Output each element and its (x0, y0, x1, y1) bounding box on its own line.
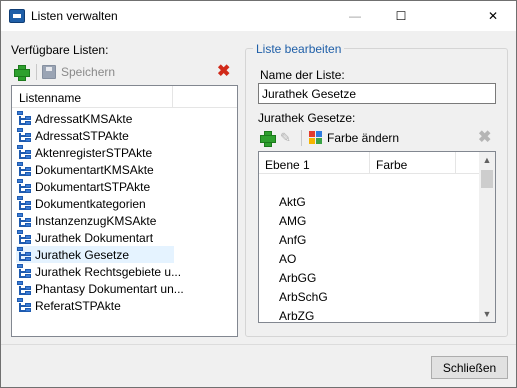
close-window-button[interactable]: ✕ (470, 1, 516, 31)
laws-toolbar: ✎ Farbe ändern ✖ (258, 127, 496, 149)
grid-row[interactable]: AMG (279, 214, 306, 231)
header-separator (369, 152, 370, 174)
scroll-down-icon[interactable]: ▼ (479, 306, 495, 322)
edit-list-group-title: Liste bearbeiten (253, 42, 345, 56)
list-item-label: Jurathek Rechtsgebiete u... (35, 265, 182, 279)
listname-header: Listenname (19, 91, 82, 105)
tree-list-icon (17, 111, 33, 126)
tree-list-icon (17, 162, 33, 177)
list-item-label: DokumentartSTPAkte (35, 180, 151, 194)
list-item-label: ReferatSTPAkte (35, 299, 121, 313)
color-header[interactable]: Farbe (376, 158, 407, 172)
list-item[interactable]: Dokumentkategorien (16, 195, 174, 212)
list-item[interactable]: AktenregisterSTPAkte (16, 144, 174, 161)
grid-scrollbar[interactable]: ▲ ▼ (479, 152, 495, 322)
list-item-label: Phantasy Dokumentart un... (35, 282, 184, 296)
tree-list-icon (17, 298, 33, 313)
list-item-label: InstanzenzugKMSAkte (35, 214, 157, 228)
title-bar[interactable]: Listen verwalten — ☐ ✕ (1, 1, 516, 31)
lists-listbox[interactable]: Listenname AdressatKMSAkte AdressatSTPAkt… (11, 85, 238, 337)
list-item[interactable]: Phantasy Dokumentart un... (16, 280, 184, 297)
tree-list-icon (17, 196, 33, 211)
list-name-label: Name der Liste: (260, 68, 345, 82)
color-palette-icon (309, 131, 323, 145)
laws-label: Jurathek Gesetze: (258, 111, 356, 125)
list-item-label: Dokumentkategorien (35, 197, 146, 211)
maximize-button[interactable]: ☐ (378, 1, 424, 31)
tree-list-icon (17, 230, 33, 245)
list-name-input[interactable] (258, 83, 496, 104)
toolbar-separator (301, 130, 302, 146)
list-column-header[interactable]: Listenname (12, 86, 237, 108)
list-item[interactable]: Jurathek Rechtsgebiete u... (16, 263, 181, 280)
add-icon[interactable] (13, 64, 30, 81)
level-header[interactable]: Ebene 1 (265, 158, 310, 172)
dialog-window: Listen verwalten — ☐ ✕ Verfügbare Listen… (0, 0, 517, 388)
list-item-label: Jurathek Gesetze (35, 248, 130, 262)
close-button[interactable]: Schließen (431, 356, 508, 379)
grid-row[interactable]: ArbGG (279, 271, 316, 288)
list-item-label: AdressatSTPAkte (35, 129, 129, 143)
list-item[interactable]: InstanzenzugKMSAkte (16, 212, 174, 229)
list-item[interactable]: AdressatSTPAkte (16, 127, 174, 144)
grid-row[interactable]: ArbSchG (279, 290, 328, 307)
list-item-label: AdressatKMSAkte (35, 112, 133, 126)
edit-icon[interactable]: ✎ (280, 130, 291, 146)
window-title: Listen verwalten (31, 9, 118, 23)
change-color-button[interactable]: Farbe ändern (327, 131, 399, 145)
list-item[interactable]: ReferatSTPAkte (16, 297, 174, 314)
tree-list-icon (17, 128, 33, 143)
tree-list-icon (17, 145, 33, 160)
tree-list-icon (17, 281, 33, 296)
header-separator (172, 86, 173, 108)
list-item-label: AktenregisterSTPAkte (35, 146, 153, 160)
toolbar-separator (36, 64, 37, 80)
app-icon (9, 9, 25, 23)
grid-row[interactable]: ArbZG (279, 309, 314, 322)
tree-list-icon (17, 247, 33, 262)
footer-divider (1, 344, 516, 345)
tree-list-icon (17, 264, 33, 279)
tree-list-icon (17, 179, 33, 194)
grid-row[interactable]: AO (279, 252, 296, 269)
list-item[interactable]: DokumentartKMSAkte (16, 161, 174, 178)
list-item[interactable]: Jurathek Gesetze (16, 246, 174, 263)
laws-grid[interactable]: Ebene 1 Farbe AktG AMG AnfG AO ArbGG ArbSchG A… (258, 151, 496, 323)
list-item[interactable]: AdressatKMSAkte (16, 110, 174, 127)
list-item-label: DokumentartKMSAkte (35, 163, 154, 177)
list-item[interactable]: DokumentartSTPAkte (16, 178, 174, 195)
list-item-label: Jurathek Dokumentart (35, 231, 154, 245)
save-button[interactable]: Speichern (61, 65, 115, 79)
save-icon (42, 65, 56, 79)
grid-row[interactable]: AnfG (279, 233, 306, 250)
tree-list-icon (17, 213, 33, 228)
scroll-thumb[interactable] (481, 170, 493, 188)
scroll-up-icon[interactable]: ▲ (479, 152, 495, 168)
available-lists-label: Verfügbare Listen: (11, 43, 109, 57)
lists-toolbar: Speichern ✖ (11, 61, 239, 83)
grid-header: Ebene 1 Farbe (259, 152, 479, 174)
delete-icon[interactable]: ✖ (217, 64, 230, 80)
delete-icon[interactable]: ✖ (478, 130, 491, 146)
list-item[interactable]: Jurathek Dokumentart (16, 229, 174, 246)
minimize-button[interactable]: — (332, 1, 378, 31)
header-separator (455, 152, 456, 174)
grid-row[interactable]: AktG (279, 195, 306, 212)
add-icon[interactable] (259, 130, 276, 147)
